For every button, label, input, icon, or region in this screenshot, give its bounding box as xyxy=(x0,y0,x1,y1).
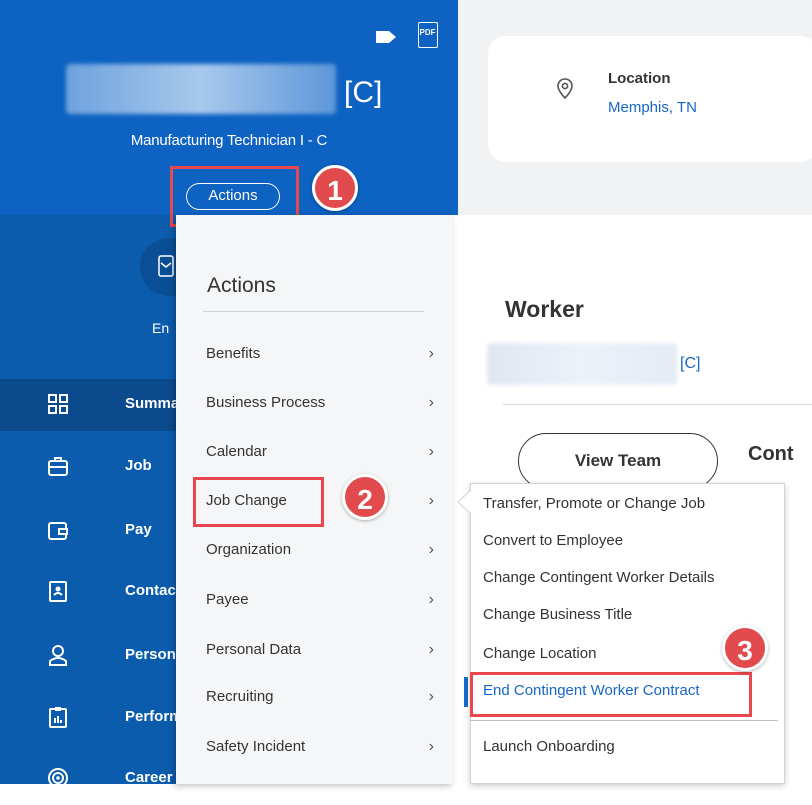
actions-button[interactable]: Actions xyxy=(186,183,280,210)
highlight-box-2 xyxy=(193,477,324,527)
tag-icon[interactable] xyxy=(375,30,397,44)
menu-item-label: Recruiting xyxy=(206,688,274,705)
clipboard-chart-icon xyxy=(49,707,67,728)
submenu-item-launch-onboarding[interactable]: Launch Onboarding xyxy=(483,738,783,764)
menu-item-label: Organization xyxy=(206,541,292,558)
chevron-right-icon: › xyxy=(428,345,434,362)
menu-item-label: Benefits xyxy=(206,345,261,362)
step-badge-3: 3 xyxy=(722,625,768,671)
nav-label: Personal xyxy=(125,646,176,663)
name-suffix: [C] xyxy=(344,76,383,109)
nav-label: Performance xyxy=(125,708,176,725)
menu-item-recruiting[interactable]: Recruiting › xyxy=(206,688,442,718)
location-label: Location xyxy=(608,70,671,87)
pdf-icon[interactable]: PDF xyxy=(418,22,438,48)
briefcase-icon xyxy=(48,457,68,476)
contact-card-icon xyxy=(49,581,67,602)
submenu-divider xyxy=(470,720,778,721)
grid-icon xyxy=(48,394,68,414)
menu-divider xyxy=(203,311,424,312)
target-icon xyxy=(48,768,68,788)
submenu-item-change-details[interactable]: Change Contingent Worker Details xyxy=(483,569,783,595)
chevron-right-icon: › xyxy=(428,738,434,755)
view-team-button[interactable]: View Team xyxy=(518,433,718,489)
submenu-item-transfer[interactable]: Transfer, Promote or Change Job xyxy=(483,495,783,521)
menu-item-label: Safety Incident xyxy=(206,738,306,755)
nav-item-job[interactable]: Job xyxy=(0,441,176,493)
menu-item-label: Personal Data xyxy=(206,641,302,658)
selected-indicator xyxy=(464,677,468,707)
chevron-right-icon: › xyxy=(428,492,434,509)
menu-item-label: Business Process xyxy=(206,394,326,411)
menu-item-label: Payee xyxy=(206,591,249,608)
email-label: En xyxy=(152,320,170,336)
chevron-right-icon: › xyxy=(428,591,434,608)
chevron-right-icon: › xyxy=(428,641,434,658)
menu-item-payee[interactable]: Payee › xyxy=(206,591,442,621)
redacted-name xyxy=(66,64,336,114)
actions-menu-title: Actions xyxy=(207,274,276,297)
nav-item-pay[interactable]: Pay xyxy=(0,505,176,557)
chevron-right-icon: › xyxy=(428,688,434,705)
menu-item-business-process[interactable]: Business Process › xyxy=(206,394,442,424)
nav-label: Job xyxy=(125,457,152,474)
nav-label: Career xyxy=(125,769,173,786)
job-title: Manufacturing Technician I - C xyxy=(130,132,328,149)
pdf-icon-label: PDF xyxy=(419,28,436,37)
nav-label: Summary xyxy=(125,395,176,412)
nav-label: Pay xyxy=(125,521,152,538)
redacted-worker-name xyxy=(487,343,677,385)
step-badge-1: 1 xyxy=(312,165,358,211)
contact-section-heading: Cont xyxy=(748,443,794,465)
nav-item-summary[interactable]: Summary xyxy=(0,379,176,431)
wallet-icon xyxy=(48,522,68,540)
nav-item-career[interactable]: Career xyxy=(0,753,176,805)
location-pin-icon xyxy=(557,78,573,100)
nav-item-contact[interactable]: Contact xyxy=(0,566,176,618)
menu-item-benefits[interactable]: Benefits › xyxy=(206,345,442,375)
nav-label: Contact xyxy=(125,582,176,599)
menu-item-calendar[interactable]: Calendar › xyxy=(206,443,442,473)
highlight-box-3 xyxy=(470,672,752,717)
step-badge-2: 2 xyxy=(342,474,388,520)
worker-divider xyxy=(503,404,812,405)
person-icon xyxy=(49,645,67,666)
email-icon xyxy=(158,255,174,277)
nav-item-personal[interactable]: Personal xyxy=(0,630,176,682)
chevron-right-icon: › xyxy=(428,394,434,411)
menu-item-safety-incident[interactable]: Safety Incident › xyxy=(206,738,442,768)
nav-item-performance[interactable]: Performance xyxy=(0,692,176,744)
worker-suffix-link[interactable]: [C] xyxy=(680,355,700,373)
chevron-right-icon: › xyxy=(428,541,434,558)
menu-item-personal-data[interactable]: Personal Data › xyxy=(206,641,442,671)
submenu-item-convert[interactable]: Convert to Employee xyxy=(483,532,783,558)
worker-title: Worker xyxy=(505,296,584,322)
location-link[interactable]: Memphis, TN xyxy=(608,99,697,116)
menu-item-label: Calendar xyxy=(206,443,267,460)
chevron-right-icon: › xyxy=(428,443,434,460)
submenu-pointer xyxy=(457,490,472,514)
menu-item-organization[interactable]: Organization › xyxy=(206,541,442,571)
